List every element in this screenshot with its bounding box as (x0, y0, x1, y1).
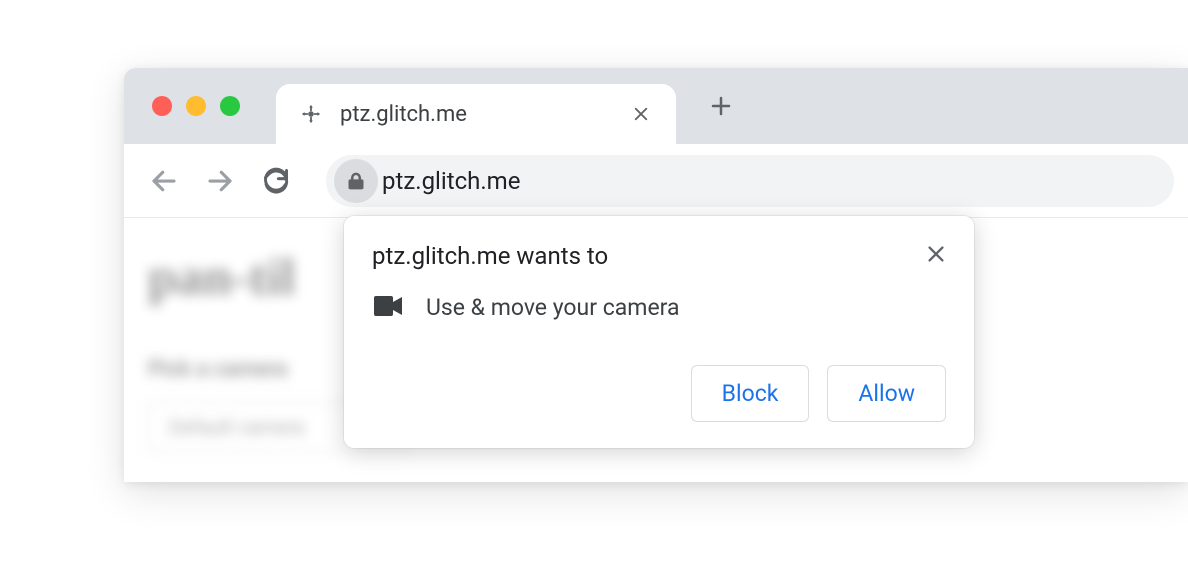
window-close-button[interactable] (152, 96, 172, 116)
reload-button[interactable] (250, 155, 302, 207)
tab-favicon-icon (298, 101, 324, 127)
prompt-title: ptz.glitch.me wants to (372, 242, 946, 270)
block-button[interactable]: Block (691, 365, 810, 422)
window-minimize-button[interactable] (186, 96, 206, 116)
lock-icon (346, 171, 366, 191)
tab-strip: ptz.glitch.me (124, 68, 1188, 144)
tab-title: ptz.glitch.me (340, 102, 626, 127)
browser-tab[interactable]: ptz.glitch.me (276, 84, 676, 144)
allow-button[interactable]: Allow (827, 365, 946, 422)
toolbar: ptz.glitch.me (124, 144, 1188, 218)
window-controls (124, 96, 240, 116)
prompt-buttons: Block Allow (372, 365, 946, 422)
prompt-permission-text: Use & move your camera (426, 294, 680, 321)
back-button[interactable] (138, 155, 190, 207)
camera-icon (374, 295, 402, 321)
permission-prompt: ptz.glitch.me wants to Use & move your c… (344, 216, 974, 448)
prompt-close-button[interactable] (920, 238, 952, 270)
address-bar[interactable]: ptz.glitch.me (326, 155, 1174, 207)
tab-close-button[interactable] (626, 99, 656, 129)
site-info-button[interactable] (334, 159, 378, 203)
new-tab-button[interactable] (696, 81, 746, 131)
prompt-permission-row: Use & move your camera (372, 294, 946, 321)
forward-button[interactable] (194, 155, 246, 207)
window-maximize-button[interactable] (220, 96, 240, 116)
url-text: ptz.glitch.me (382, 167, 520, 195)
